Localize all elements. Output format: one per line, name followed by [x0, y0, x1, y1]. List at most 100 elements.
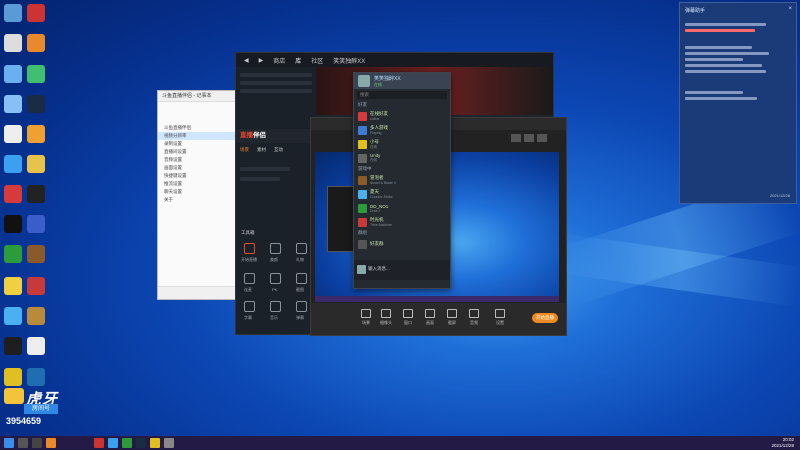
- tool-screenshot-icon[interactable]: [296, 273, 307, 284]
- taskbar: 20:02 2021/12/28: [0, 436, 800, 450]
- desktop-icon[interactable]: [27, 368, 45, 386]
- friend-item[interactable]: 夏天 Counter-Strike: [354, 187, 450, 201]
- toolbox-label: 工具箱: [241, 230, 255, 235]
- nav-forward-icon[interactable]: ▶: [259, 57, 264, 64]
- desktop-icon[interactable]: [27, 277, 45, 295]
- screenshot-icon: [447, 309, 457, 318]
- control-window[interactable]: 窗口: [399, 309, 417, 326]
- taskbar-app-icon[interactable]: [136, 438, 146, 448]
- desktop-icon[interactable]: [4, 125, 22, 143]
- tool-danmaku-icon[interactable]: [296, 301, 307, 312]
- start-icon[interactable]: [4, 438, 14, 448]
- group-item[interactable]: 好友群: [354, 237, 450, 251]
- source-thumb[interactable]: [524, 134, 534, 142]
- taskbar-app-icon[interactable]: [150, 438, 160, 448]
- tool-mic-icon[interactable]: [244, 273, 255, 284]
- notification-line: [685, 46, 753, 49]
- chat-message-box[interactable]: 输入消息...: [354, 260, 450, 280]
- avatar: [358, 203, 367, 213]
- taskbar-app-icon[interactable]: [164, 438, 174, 448]
- taskbar-app-icon[interactable]: [94, 438, 104, 448]
- desktop-icon[interactable]: [27, 65, 45, 83]
- control-canvas[interactable]: 画面: [421, 309, 439, 326]
- avatar: [358, 153, 367, 163]
- nav-item-profile[interactable]: 笑笑独醉XX: [333, 56, 365, 65]
- friends-chat-panel[interactable]: 笑笑独醉XX 在线 搜索 好友 在线好友 online 多人游戏 Playing 小…: [353, 72, 451, 289]
- taskbar-app-icon[interactable]: [122, 438, 132, 448]
- avatar: [358, 139, 367, 149]
- tab-assets[interactable]: 素材: [257, 147, 266, 157]
- search-icon[interactable]: [18, 438, 28, 448]
- control-settings[interactable]: 设置: [491, 309, 509, 326]
- desktop-icon[interactable]: [4, 65, 22, 83]
- taskbar-app-icon[interactable]: [108, 438, 118, 448]
- section-ingame-header[interactable]: 游戏中: [354, 165, 450, 173]
- nav-back-icon[interactable]: ◀: [244, 57, 249, 64]
- desktop-icon[interactable]: [27, 337, 45, 355]
- tool-gift-icon[interactable]: [296, 243, 307, 254]
- start-live-button[interactable]: 开始直播: [532, 313, 558, 323]
- desktop-icon[interactable]: [27, 215, 45, 233]
- friend-item[interactable]: 冒泡者 Mount & Blade II: [354, 173, 450, 187]
- desktop-icon[interactable]: [4, 307, 22, 325]
- desktop-icon[interactable]: [27, 245, 45, 263]
- avatar[interactable]: [358, 75, 370, 87]
- stream-controls: 场景 摄像头 窗口 画面 截屏 音频 设置 开始直播: [311, 303, 566, 335]
- nav-item-store[interactable]: 商店: [273, 56, 285, 65]
- nav-item-library[interactable]: 库: [295, 56, 301, 65]
- tool-music-icon[interactable]: [270, 301, 281, 312]
- notification-line: [685, 58, 743, 61]
- desktop-icon[interactable]: [4, 34, 22, 52]
- tool-label: 截图: [296, 287, 304, 292]
- friend-item[interactable]: 小号 在线: [354, 137, 450, 151]
- desktop-icon[interactable]: [4, 155, 22, 173]
- tool-beauty-icon[interactable]: [270, 243, 281, 254]
- notification-date: 2021/12/28: [769, 193, 790, 198]
- tool-start-icon[interactable]: [244, 243, 255, 254]
- control-camera[interactable]: 摄像头: [377, 309, 395, 326]
- tool-subtitle-icon[interactable]: [244, 301, 255, 312]
- desktop-icon[interactable]: [27, 95, 45, 113]
- friend-item[interactable]: 时光机 Time Machine: [354, 215, 450, 229]
- close-icon[interactable]: ×: [788, 6, 792, 12]
- taskbar-app-icon[interactable]: [32, 438, 42, 448]
- desktop-icon[interactable]: [4, 245, 22, 263]
- desktop-icon[interactable]: [4, 95, 22, 113]
- desktop-icon[interactable]: [4, 185, 22, 203]
- control-screenshot[interactable]: 截屏: [443, 309, 461, 326]
- control-audio[interactable]: 音频: [465, 309, 483, 326]
- desktop-icon[interactable]: [4, 337, 22, 355]
- tab-scene[interactable]: 场景: [240, 147, 249, 157]
- section-friends-header[interactable]: 好友: [354, 101, 450, 109]
- desktop-icon[interactable]: [27, 34, 45, 52]
- tool-pk-icon[interactable]: [270, 273, 281, 284]
- desktop-icon[interactable]: [4, 4, 22, 22]
- desktop-icon[interactable]: [4, 215, 22, 233]
- source-thumb[interactable]: [511, 134, 521, 142]
- section-groups-header[interactable]: 群组: [354, 229, 450, 237]
- sidebar-bar: [240, 73, 312, 77]
- taskbar-app-icon[interactable]: [46, 438, 56, 448]
- tab-interact[interactable]: 互动: [274, 147, 283, 157]
- desktop-icon[interactable]: [27, 307, 45, 325]
- desktop-icon[interactable]: [27, 155, 45, 173]
- tool-label: 音乐: [270, 315, 278, 320]
- friend-item[interactable]: DD_NO1 Dota 2: [354, 201, 450, 215]
- system-clock[interactable]: 20:02 2021/12/28: [771, 437, 794, 449]
- friend-item[interactable]: Unity 在线: [354, 151, 450, 165]
- nav-item-community[interactable]: 社区: [311, 56, 323, 65]
- desktop-icon[interactable]: [27, 185, 45, 203]
- watermark-logo-icon: [4, 388, 24, 404]
- control-scene[interactable]: 场景: [357, 309, 375, 326]
- desktop-icon[interactable]: [27, 125, 45, 143]
- avatar: [358, 125, 367, 135]
- friend-item[interactable]: 在线好友 online: [354, 109, 450, 123]
- desktop-icon[interactable]: [4, 368, 22, 386]
- desktop-icon[interactable]: [27, 4, 45, 22]
- canvas-icon: [425, 309, 435, 318]
- desktop-icon[interactable]: [4, 277, 22, 295]
- chat-search-input[interactable]: 搜索: [357, 91, 447, 99]
- source-thumb[interactable]: [537, 134, 547, 142]
- friend-item[interactable]: 多人游戏 Playing: [354, 123, 450, 137]
- danmaku-notification-panel[interactable]: 弹幕助手 × 2021/12/28: [679, 2, 797, 204]
